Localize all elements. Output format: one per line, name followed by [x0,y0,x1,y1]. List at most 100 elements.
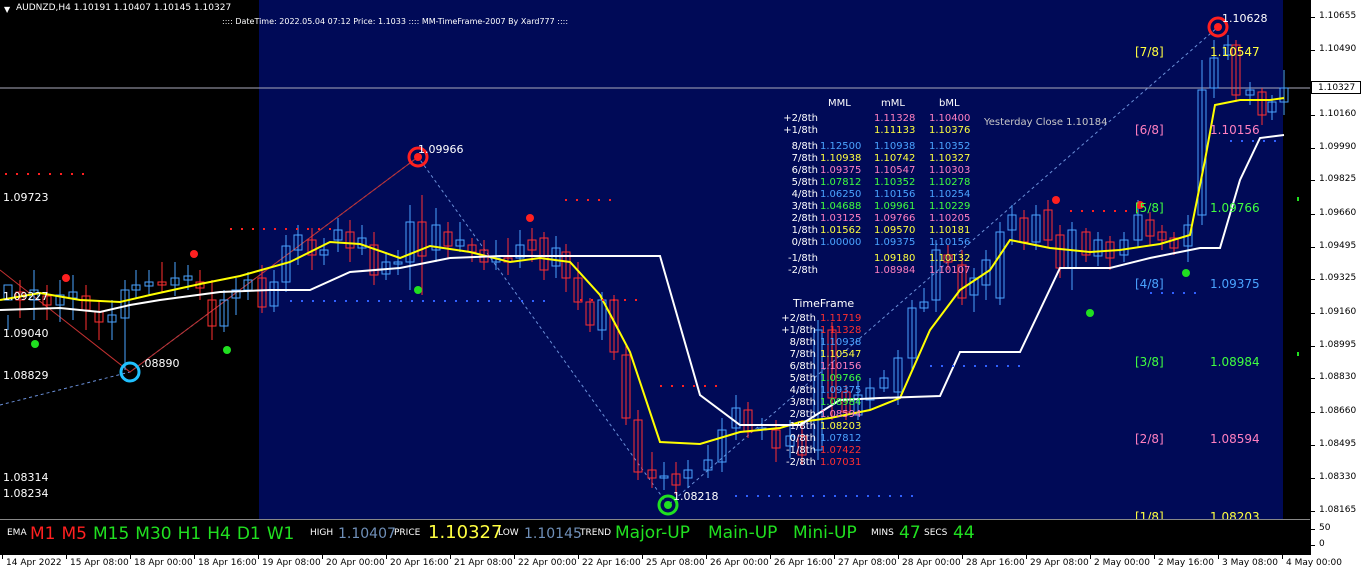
time-tick: 18 Apr 00:00 [130,555,193,568]
support-dot [974,365,976,367]
support-dot [444,300,446,302]
major-trend: Major-UP [615,523,690,543]
support-dot [900,495,902,497]
left-level-1: 1.09723 [3,191,49,204]
mml-row-value: 1.09570 [874,225,916,236]
zigzag-low-2: 1.08218 [673,490,719,503]
mm-level-value: 1.09375 [1210,277,1260,291]
low-label: LOW [498,528,519,538]
support-dot [889,495,891,497]
support-dot [867,495,869,497]
left-level-4: 1.08829 [3,369,49,382]
price-tick: 1.08165 [1310,505,1357,515]
price-tick: 1.08330 [1310,472,1357,482]
time-tick: 19 Apr 08:00 [258,555,321,568]
timeframe-row-label: 1/8th [789,421,816,432]
support-dot [400,300,402,302]
time-tick: 15 Apr 08:00 [66,555,129,568]
timeframe-row-value: 1.10547 [820,349,862,360]
price-tick: 1.09160 [1310,307,1357,317]
mml-row-value: 1.10107 [929,265,971,276]
price-tick: 1.09325 [1310,273,1357,283]
resistance-dot [296,228,298,230]
white-ma-line [0,134,1285,426]
support-dot [1241,140,1243,142]
mml-row-value: 1.09375 [874,237,916,248]
left-level-2: 1.09227 [3,290,49,303]
mml-row-value: 1.10938 [874,141,916,152]
time-tick: 29 Apr 08:00 [1026,555,1089,568]
mml-row-value: 1.10547 [874,165,916,176]
timeframe-d1: D1 [236,524,261,544]
time-tick: 26 Apr 16:00 [770,555,833,568]
resistance-dot [715,385,717,387]
support-dot [834,495,836,497]
timeframe-row-value: 1.09375 [820,385,862,396]
support-dot [1194,292,1196,294]
resistance-dot [1103,210,1105,212]
resistance-dot [1125,210,1127,212]
zigzag-line [0,26,1219,506]
mm-level-value: 1.09766 [1210,201,1260,215]
support-dot [1172,292,1174,294]
timeframe-row-label: 2/8th [789,409,816,420]
mml-header: mML [881,98,905,109]
support-dot [422,300,424,302]
support-dot [757,495,759,497]
price-tick: 1.10160 [1310,109,1357,119]
resistance-dot [263,228,265,230]
mml-row-value: 1.09766 [874,213,916,224]
price-axis[interactable]: 1.10655 1.10490 1.10160 1.09990 1.09825 1.096… [1310,0,1362,519]
left-level-5: 1.08314 [3,471,49,484]
low-value: 1.10145 [524,526,582,542]
timeframe-h4: H4 [207,524,231,544]
secs-value: 44 [953,523,975,543]
timeframe-m5: M5 [61,524,87,544]
time-tick: 28 Apr 00:00 [898,555,961,568]
mml-row-value: 1.10278 [929,177,971,188]
resistance-dot [624,299,626,301]
mml-row-value: 1.12500 [820,141,862,152]
resistance-dot [27,173,29,175]
price-plot[interactable] [0,0,1310,519]
mml-row-value: 1.04688 [820,201,862,212]
mml-row-value: 1.11328 [874,113,916,124]
time-tick: 4 May 00:00 [1282,555,1342,568]
mins-label: MINS [871,528,894,538]
mml-row-value: 1.00000 [820,237,862,248]
mml-row-value: 1.03125 [820,213,862,224]
support-dot [1252,140,1254,142]
timeframe-row-label: 5/8th [789,373,816,384]
chart-area[interactable]: ▼ AUDNZD,H4 1.10191 1.10407 1.10145 1.10… [0,0,1310,519]
support-dot [768,495,770,497]
mml-row-value: 1.09375 [820,165,862,176]
support-dot [856,495,858,497]
support-dot [323,300,325,302]
support-dot [985,365,987,367]
mml-row-value: 1.10352 [929,141,971,152]
mm-level-label: [2/8] [1135,432,1164,446]
resistance-dot [1070,210,1072,212]
mml-row-value: 1.10156 [929,237,971,248]
resistance-dot [635,299,637,301]
time-tick: 2 May 16:00 [1154,555,1214,568]
support-dot [746,495,748,497]
zigzag-high-1: 1.09966 [418,143,464,156]
support-dot [930,365,932,367]
mml-row-value: 1.10376 [929,125,971,136]
time-axis[interactable]: 14 Apr 2022 15 Apr 08:00 18 Apr 00:00 18 Ap… [0,555,1362,576]
time-tick: 26 Apr 00:00 [706,555,769,568]
fractal-down-dot [1182,269,1190,277]
support-dot [845,495,847,497]
price-tick: 1.08830 [1310,372,1357,382]
price-label: PRICE [394,528,421,538]
price-tick: 1.09990 [1310,142,1357,152]
fractal-up-dot [62,274,70,282]
time-tick: 25 Apr 08:00 [642,555,705,568]
support-dot [312,300,314,302]
mml-row-label: 6/8th [791,165,818,176]
collapse-triangle-icon[interactable]: ▼ [4,5,10,14]
timeframe-row-value: 1.11328 [820,325,862,336]
zigzag-solid-line [0,156,419,373]
indicator-panel[interactable]: EMA M1 M5 M15 M30 H1 H4 D1 W1 HIGH 1.10407 PRIC… [0,519,1310,557]
